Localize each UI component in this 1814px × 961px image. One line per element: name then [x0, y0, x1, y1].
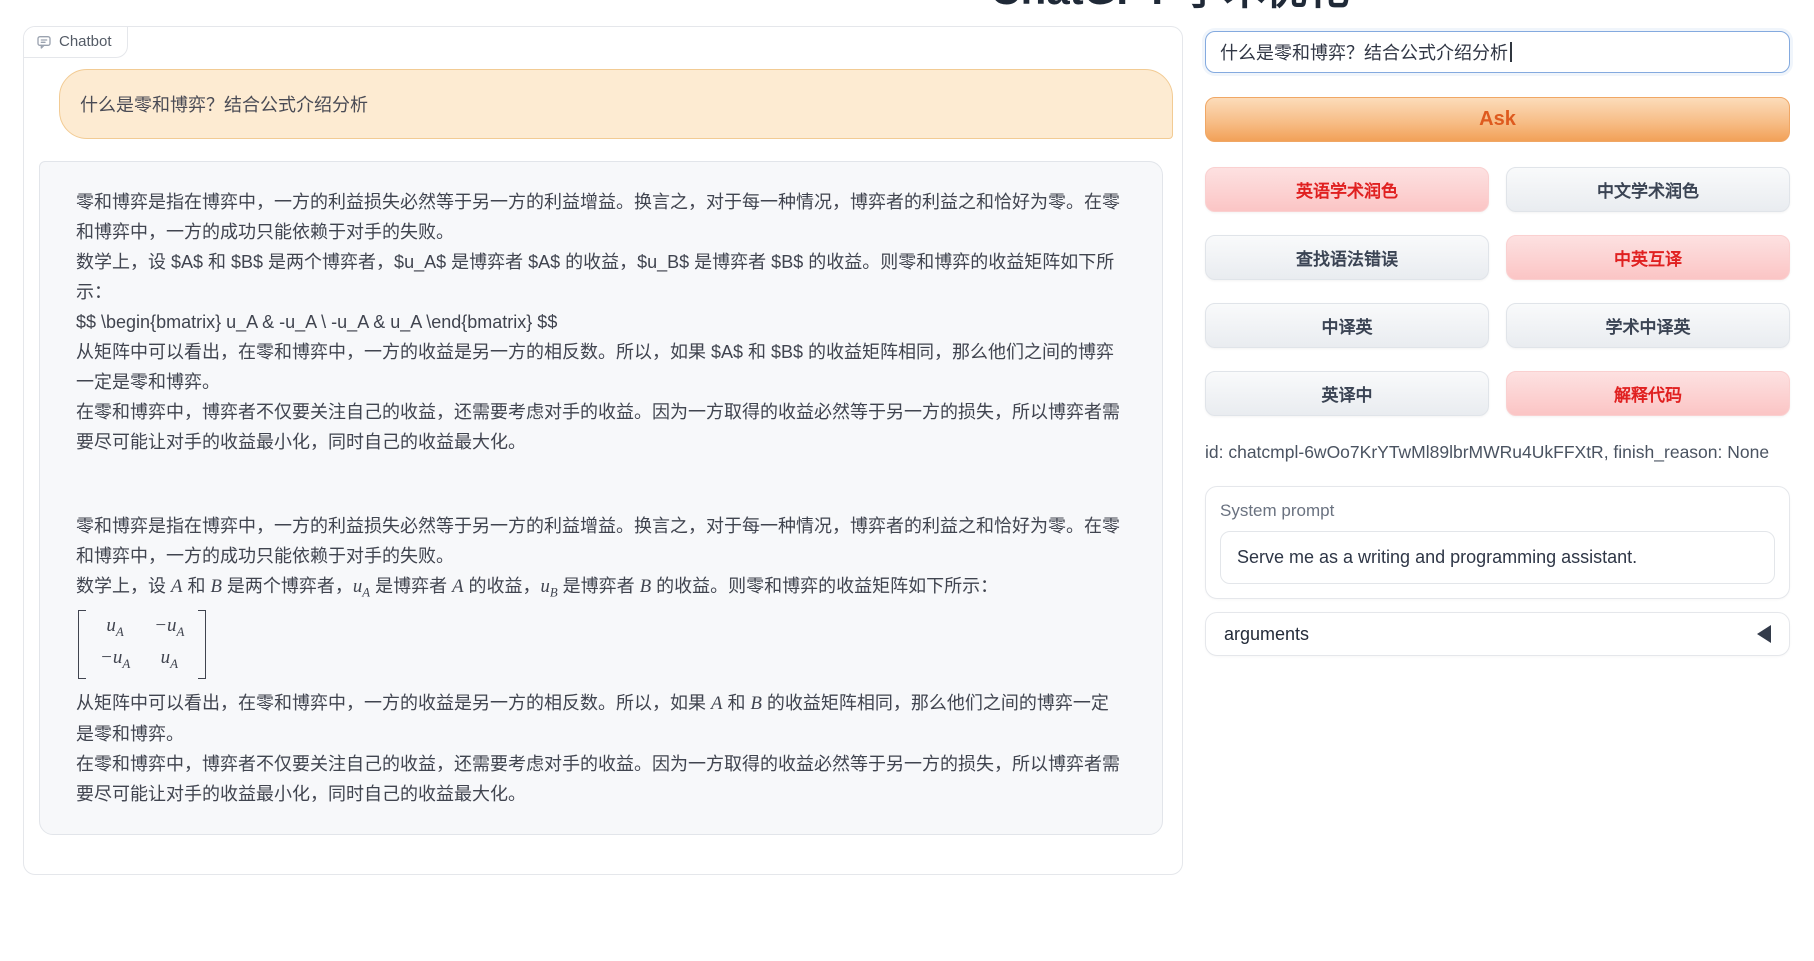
inline-math: A — [711, 693, 722, 714]
paragraph-spacer — [76, 457, 1126, 511]
matrix-cell: uA — [154, 645, 184, 677]
inline-math: B — [750, 693, 761, 714]
inline-math: uA — [106, 615, 123, 636]
user-message-bubble: 什么是零和博弈？结合公式介绍分析 — [59, 69, 1173, 139]
ask-button[interactable]: Ask — [1205, 97, 1790, 142]
bot-message-paragraph: 从矩阵中可以看出，在零和博弈中，一方的收益是另一方的相反数。所以，如果 $A$ … — [76, 337, 1126, 397]
matrix-cell: −uA — [100, 645, 130, 677]
inline-math: uA — [353, 576, 370, 597]
bot-message-bubble: 零和博弈是指在博弈中，一方的利益损失必然等于另一方的利益增益。换言之，对于每一种… — [39, 161, 1163, 835]
page-title-clipped: ChatGPT 学术优化 — [960, 0, 1380, 11]
bot-message-paragraph: 数学上，设 A 和 B 是两个博弈者，uA 是博弈者 A 的收益，uB 是博弈者… — [76, 571, 1126, 608]
inline-math: uA — [161, 647, 178, 668]
bot-message-paragraph: 数学上，设 $A$ 和 $B$ 是两个博弈者，$u_A$ 是博弈者 $A$ 的收… — [76, 247, 1126, 307]
function-button-4[interactable]: 中英互译 — [1506, 235, 1790, 280]
function-button-grid: 英语学术润色中文学术润色查找语法错误中英互译中译英学术中译英英译中解释代码 — [1205, 167, 1790, 416]
function-button-5[interactable]: 中译英 — [1205, 303, 1489, 348]
triangle-left-icon — [1757, 625, 1771, 643]
system-prompt-box: System prompt Serve me as a writing and … — [1205, 486, 1790, 599]
arguments-accordion[interactable]: arguments — [1205, 612, 1790, 656]
inline-math: B — [210, 576, 221, 597]
inline-math: −uA — [100, 647, 130, 668]
user-message-text: 什么是零和博弈？结合公式介绍分析 — [80, 91, 368, 117]
arguments-accordion-label: arguments — [1224, 624, 1309, 645]
chatbot-panel: Chatbot 什么是零和博弈？结合公式介绍分析 零和博弈是指在博弈中，一方的利… — [23, 26, 1183, 875]
function-button-6[interactable]: 学术中译英 — [1506, 303, 1790, 348]
matrix-cell: uA — [100, 613, 130, 645]
function-button-7[interactable]: 英译中 — [1205, 371, 1489, 416]
inline-math: uB — [541, 576, 558, 597]
function-button-8[interactable]: 解释代码 — [1506, 371, 1790, 416]
status-line: id: chatcmpl-6wOo7KrYTwMl89lbrMWRu4UkFFX… — [1205, 442, 1790, 463]
control-column: 什么是零和博弈？结合公式介绍分析 Ask 英语学术润色中文学术润色查找语法错误中… — [1205, 31, 1790, 656]
system-prompt-input[interactable]: Serve me as a writing and programming as… — [1220, 531, 1775, 584]
function-button-3[interactable]: 查找语法错误 — [1205, 235, 1489, 280]
matrix-cell: −uA — [154, 613, 184, 645]
text-cursor — [1510, 42, 1512, 62]
question-input[interactable]: 什么是零和博弈？结合公式介绍分析 — [1205, 31, 1790, 73]
bot-message-paragraph: 零和博弈是指在博弈中，一方的利益损失必然等于另一方的利益增益。换言之，对于每一种… — [76, 187, 1126, 247]
system-prompt-label: System prompt — [1220, 501, 1775, 521]
function-button-2[interactable]: 中文学术润色 — [1506, 167, 1790, 212]
page-title: ChatGPT 学术优化 — [960, 0, 1380, 11]
question-input-value: 什么是零和博弈？结合公式介绍分析 — [1220, 39, 1508, 65]
bot-message-paragraph: 零和博弈是指在博弈中，一方的利益损失必然等于另一方的利益增益。换言之，对于每一种… — [76, 511, 1126, 571]
inline-math: A — [452, 576, 463, 597]
chatbot-label: Chatbot — [59, 33, 112, 50]
inline-math: −uA — [154, 615, 184, 636]
bot-message-paragraph: 从矩阵中可以看出，在零和博弈中，一方的收益是另一方的相反数。所以，如果 A 和 … — [76, 688, 1126, 749]
inline-math: A — [171, 576, 182, 597]
chatbot-label-tab: Chatbot — [24, 27, 128, 58]
bot-message-paragraph: 在零和博弈中，博弈者不仅要关注自己的收益，还需要考虑对手的收益。因为一方取得的收… — [76, 749, 1126, 809]
bot-message-paragraph: 在零和博弈中，博弈者不仅要关注自己的收益，还需要考虑对手的收益。因为一方取得的收… — [76, 397, 1126, 457]
bot-message-paragraph: $$ \begin{bmatrix} u_A & -u_A \ -u_A & u… — [76, 307, 1126, 337]
chat-bubble-icon — [36, 34, 52, 50]
math-matrix-block: uA −uA −uA uA — [76, 608, 1126, 689]
system-prompt-value: Serve me as a writing and programming as… — [1237, 547, 1637, 568]
function-button-1[interactable]: 英语学术润色 — [1205, 167, 1489, 212]
inline-math: B — [640, 576, 651, 597]
